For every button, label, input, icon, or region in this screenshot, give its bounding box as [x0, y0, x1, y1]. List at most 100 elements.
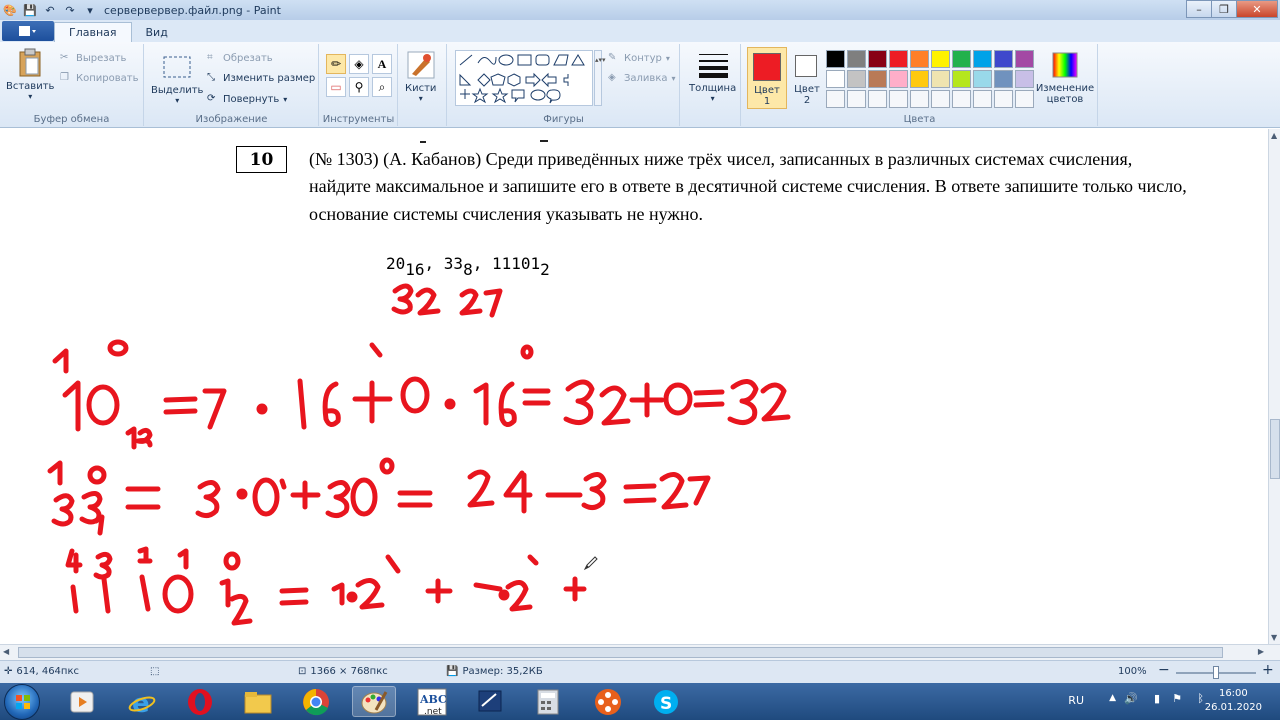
palette-swatch[interactable]	[994, 50, 1013, 68]
minimize-button[interactable]: –	[1186, 0, 1212, 18]
palette-swatch[interactable]	[826, 70, 845, 88]
size-button[interactable]: Толщина ▾	[689, 50, 736, 103]
color-picker-icon[interactable]: ⚲	[349, 77, 369, 97]
file-explorer-taskbar-icon[interactable]	[236, 686, 280, 717]
tab-view[interactable]: Вид	[132, 22, 182, 42]
calculator-taskbar-icon[interactable]	[526, 686, 570, 717]
palette-swatch[interactable]	[952, 90, 971, 108]
fill-bucket-icon[interactable]: ◈	[349, 54, 369, 74]
language-indicator[interactable]: RU	[1068, 694, 1084, 707]
redo-icon[interactable]: ↷	[62, 2, 78, 18]
horizontal-scroll-thumb[interactable]	[18, 647, 1223, 658]
internet-explorer-taskbar-icon[interactable]: e	[120, 686, 164, 717]
shapes-scroll-icon[interactable]: ▴▾▾	[594, 50, 606, 106]
shapes-gallery[interactable]	[455, 50, 593, 106]
scroll-right-icon[interactable]: ▶	[1258, 647, 1264, 656]
abc-net-taskbar-icon[interactable]: ABC .net	[410, 686, 454, 717]
text-tool-icon[interactable]: A	[372, 54, 392, 74]
palette-swatch[interactable]	[952, 70, 971, 88]
palette-swatch[interactable]	[1015, 50, 1034, 68]
resize-button[interactable]: ⤡ Изменить размер	[207, 72, 315, 84]
undo-icon[interactable]: ↶	[42, 2, 58, 18]
bluetooth-icon[interactable]: ᛒ	[1197, 692, 1204, 705]
palette-swatch[interactable]	[826, 90, 845, 108]
tools-group: ✏ ◈ A ▭ ⚲ ⌕ Инструменты	[320, 44, 398, 126]
file-menu-button[interactable]	[2, 21, 54, 41]
fill-button[interactable]: ◈ Заливка ▾	[608, 72, 676, 84]
palette-swatch[interactable]	[910, 70, 929, 88]
cut-button[interactable]: ✂ Вырезать	[60, 52, 126, 64]
fill-label: Заливка	[624, 72, 668, 84]
palette-swatch[interactable]	[868, 70, 887, 88]
palette-swatch[interactable]	[931, 70, 950, 88]
flag-icon[interactable]: ⚑	[1172, 692, 1182, 705]
volume-icon[interactable]: 🔊	[1124, 692, 1138, 705]
edit-colors-button[interactable]: Изменение цветов	[1034, 50, 1096, 105]
close-button[interactable]: ✕	[1236, 0, 1278, 18]
scroll-up-icon[interactable]: ▲	[1271, 131, 1277, 140]
palette-swatch[interactable]	[931, 90, 950, 108]
palette-swatch[interactable]	[973, 70, 992, 88]
opera-taskbar-icon[interactable]	[178, 686, 222, 717]
copy-button[interactable]: ❐ Копировать	[60, 72, 138, 84]
network-icon[interactable]: ▮	[1154, 692, 1160, 705]
save-icon[interactable]: 💾	[22, 2, 38, 18]
pencil-icon[interactable]: ✏	[326, 54, 346, 74]
crop-button[interactable]: ⌗ Обрезать	[207, 52, 273, 64]
eraser-icon[interactable]: ▭	[326, 77, 346, 97]
palette-swatch[interactable]	[826, 50, 845, 68]
presentation-app-taskbar-icon[interactable]	[468, 686, 512, 717]
image-group-label: Изображение	[195, 114, 268, 125]
select-dropdown-icon[interactable]: ▾	[175, 96, 179, 105]
palette-swatch[interactable]	[952, 50, 971, 68]
color2-button[interactable]: Цвет 2	[790, 47, 824, 109]
palette-swatch[interactable]	[910, 90, 929, 108]
scroll-down-icon[interactable]: ▼	[1271, 633, 1277, 642]
paste-button[interactable]: Вставить ▾	[6, 48, 54, 101]
customize-toolbar-icon[interactable]: ▾	[82, 2, 98, 18]
zoom-out-button[interactable]: −	[1158, 662, 1170, 678]
palette-swatch[interactable]	[889, 50, 908, 68]
vertical-scroll-thumb[interactable]	[1270, 419, 1280, 479]
paint-app-icon[interactable]: 🎨	[2, 2, 18, 18]
palette-swatch[interactable]	[868, 50, 887, 68]
palette-swatch[interactable]	[889, 70, 908, 88]
restore-button[interactable]: ❐	[1211, 0, 1237, 18]
palette-swatch[interactable]	[1015, 70, 1034, 88]
brushes-button[interactable]: Кисти ▾	[405, 50, 436, 103]
palette-swatch[interactable]	[1015, 90, 1034, 108]
horizontal-scrollbar[interactable]: ◀ ▶	[0, 644, 1280, 660]
media-player-taskbar-icon[interactable]	[60, 686, 104, 717]
select-button[interactable]: Выделить ▾	[151, 52, 203, 105]
clock[interactable]: 16:00 26.01.2020	[1205, 687, 1262, 715]
outline-button[interactable]: ✎ Контур ▾	[608, 52, 670, 64]
palette-swatch[interactable]	[847, 50, 866, 68]
vertical-scrollbar[interactable]: ▲ ▼	[1268, 129, 1280, 644]
palette-swatch[interactable]	[847, 70, 866, 88]
magnifier-icon[interactable]: ⌕	[372, 77, 392, 97]
palette-swatch[interactable]	[847, 90, 866, 108]
zoom-slider-thumb[interactable]	[1213, 666, 1219, 679]
tab-home[interactable]: Главная	[54, 22, 132, 42]
scroll-left-icon[interactable]: ◀	[3, 647, 9, 656]
skype-taskbar-icon[interactable]: S	[644, 686, 688, 717]
rotate-button[interactable]: ⟳ Повернуть ▾	[207, 93, 287, 105]
start-button[interactable]	[4, 684, 40, 720]
palette-swatch[interactable]	[889, 90, 908, 108]
palette-swatch[interactable]	[994, 70, 1013, 88]
paint-taskbar-icon[interactable]	[352, 686, 396, 717]
palette-swatch[interactable]	[910, 50, 929, 68]
paste-dropdown-icon[interactable]: ▾	[28, 92, 32, 101]
color2-number: 2	[803, 95, 811, 106]
palette-swatch[interactable]	[994, 90, 1013, 108]
zoom-in-button[interactable]: +	[1262, 662, 1274, 678]
tray-expand-icon[interactable]: ▲	[1109, 693, 1116, 703]
media-reel-taskbar-icon[interactable]	[586, 686, 630, 717]
image-size-icon: ⊡	[298, 666, 307, 677]
palette-swatch[interactable]	[973, 50, 992, 68]
color1-button[interactable]: Цвет 1	[747, 47, 787, 109]
palette-swatch[interactable]	[868, 90, 887, 108]
chrome-taskbar-icon[interactable]	[294, 686, 338, 717]
palette-swatch[interactable]	[931, 50, 950, 68]
palette-swatch[interactable]	[973, 90, 992, 108]
